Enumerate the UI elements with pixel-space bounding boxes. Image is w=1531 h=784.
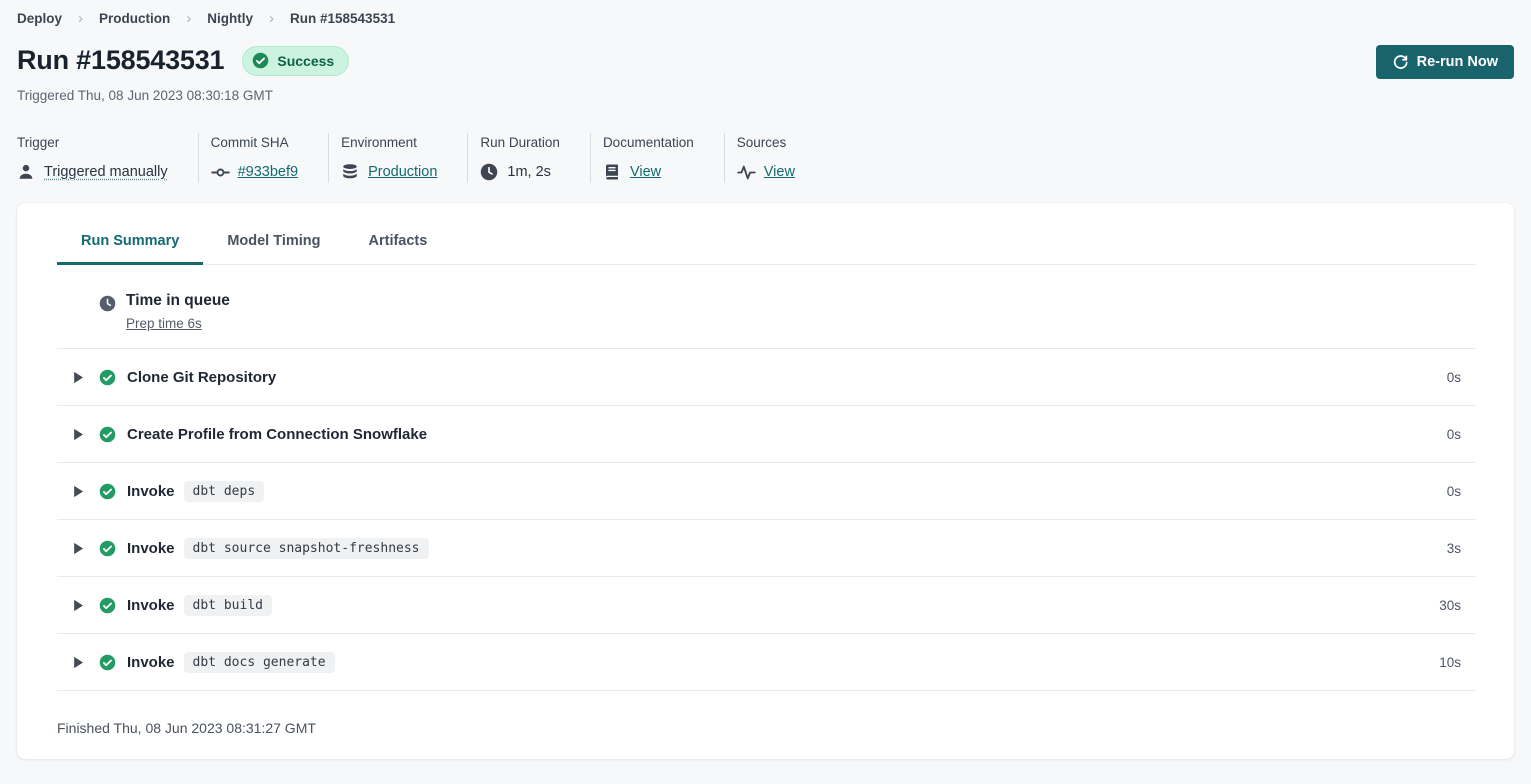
status-badge: Success [242, 46, 349, 76]
finished-timestamp: Finished Thu, 08 Jun 2023 08:31:27 GMT [57, 691, 1476, 736]
clock-icon [480, 163, 498, 181]
step-label: Invoke [127, 654, 175, 671]
step-row[interactable]: Invoke dbt deps 0s [57, 463, 1476, 520]
person-icon [17, 163, 35, 181]
step-row[interactable]: Invoke dbt docs generate 10s [57, 634, 1476, 691]
detail-label: Trigger [17, 135, 168, 150]
expand-caret-icon[interactable] [73, 485, 84, 498]
database-icon [341, 163, 359, 181]
step-command-chip: dbt build [184, 595, 272, 616]
detail-value[interactable]: Triggered manually [44, 164, 168, 180]
run-detail-item: Documentation View [590, 133, 724, 183]
step-label: Invoke [127, 597, 175, 614]
detail-link[interactable]: Production [368, 164, 437, 180]
detail-label: Environment [341, 135, 437, 150]
step-row[interactable]: Invoke dbt build 30s [57, 577, 1476, 634]
top-bar: Deploy › Production › Nightly › Run #158543531 [0, 0, 1531, 27]
step-row[interactable]: Clone Git Repository 0s [57, 349, 1476, 406]
expand-caret-icon[interactable] [73, 599, 84, 612]
success-check-icon [99, 597, 116, 614]
triggered-timestamp: Triggered Thu, 08 Jun 2023 08:30:18 GMT [0, 88, 1531, 103]
step-command-chip: dbt source snapshot-freshness [184, 538, 429, 559]
step-label: Clone Git Repository [127, 369, 276, 386]
run-detail-item: Commit SHA #933bef9 [198, 133, 328, 183]
step-duration: 3s [1447, 541, 1476, 556]
expand-caret-icon[interactable] [73, 542, 84, 555]
expand-caret-icon[interactable] [73, 656, 84, 669]
chevron-right-icon: › [180, 10, 197, 27]
breadcrumb-item[interactable]: Run #158543531 [290, 11, 395, 26]
step-command-chip: dbt docs generate [184, 652, 335, 673]
run-summary-card: Run SummaryModel TimingArtifacts Time in… [17, 203, 1514, 759]
expand-caret-icon[interactable] [73, 428, 84, 441]
step-row[interactable]: Invoke dbt source snapshot-freshness 3s [57, 520, 1476, 577]
step-duration: 0s [1447, 427, 1476, 442]
detail-label: Run Duration [480, 135, 560, 150]
chevron-right-icon: › [72, 10, 89, 27]
tab-model-timing[interactable]: Model Timing [203, 233, 344, 264]
rerun-now-button[interactable]: Re-run Now [1376, 45, 1514, 79]
breadcrumb-item[interactable]: Deploy [17, 11, 62, 26]
rerun-now-label: Re-run Now [1417, 54, 1498, 70]
run-details-strip: Trigger Triggered manually Commit SHA #9… [0, 133, 1531, 183]
success-check-icon [99, 426, 116, 443]
clock-icon [99, 295, 116, 312]
success-check-icon [99, 540, 116, 557]
tab-artifacts[interactable]: Artifacts [345, 233, 452, 264]
page-title: Run #158543531 [17, 45, 224, 76]
detail-label: Sources [737, 135, 795, 150]
run-detail-item: Trigger Triggered manually [17, 133, 198, 183]
success-check-icon [252, 52, 269, 69]
step-row[interactable]: Create Profile from Connection Snowflake… [57, 406, 1476, 463]
detail-link[interactable]: View [764, 164, 795, 180]
tab-bar: Run SummaryModel TimingArtifacts [57, 203, 1476, 265]
breadcrumb-item[interactable]: Nightly [207, 11, 253, 26]
detail-link[interactable]: #933bef9 [238, 164, 298, 180]
steps-list: Clone Git Repository 0s Create Profile f… [57, 349, 1476, 691]
step-duration: 0s [1447, 484, 1476, 499]
success-check-icon [99, 483, 116, 500]
expand-caret-icon[interactable] [73, 371, 84, 384]
prep-time-link[interactable]: Prep time 6s [126, 316, 202, 331]
tab-run-summary[interactable]: Run Summary [57, 233, 203, 264]
success-check-icon [99, 369, 116, 386]
commit-icon [211, 163, 229, 181]
step-duration: 30s [1439, 598, 1476, 613]
breadcrumb-item[interactable]: Production [99, 11, 170, 26]
detail-label: Documentation [603, 135, 694, 150]
step-label: Invoke [127, 483, 175, 500]
detail-value: 1m, 2s [507, 164, 551, 180]
run-detail-item: Run Duration 1m, 2s [467, 133, 590, 183]
time-in-queue-section: Time in queue Prep time 6s [57, 265, 1476, 349]
step-duration: 0s [1447, 370, 1476, 385]
run-detail-item: Environment Production [328, 133, 467, 183]
step-duration: 10s [1439, 655, 1476, 670]
step-command-chip: dbt deps [184, 481, 265, 502]
run-detail-item: Sources View [724, 133, 825, 183]
status-badge-label: Success [277, 53, 334, 69]
book-icon [603, 163, 621, 181]
chevron-right-icon: › [263, 10, 280, 27]
page-header: Run #158543531 Success Re-run Now [0, 45, 1531, 79]
breadcrumb: Deploy › Production › Nightly › Run #158543531 [17, 10, 1514, 27]
step-label: Invoke [127, 540, 175, 557]
queue-title: Time in queue [126, 292, 230, 310]
refresh-icon [1392, 54, 1408, 70]
step-label: Create Profile from Connection Snowflake [127, 426, 427, 443]
detail-link[interactable]: View [630, 164, 661, 180]
success-check-icon [99, 654, 116, 671]
pulse-icon [737, 163, 755, 181]
detail-label: Commit SHA [211, 135, 298, 150]
